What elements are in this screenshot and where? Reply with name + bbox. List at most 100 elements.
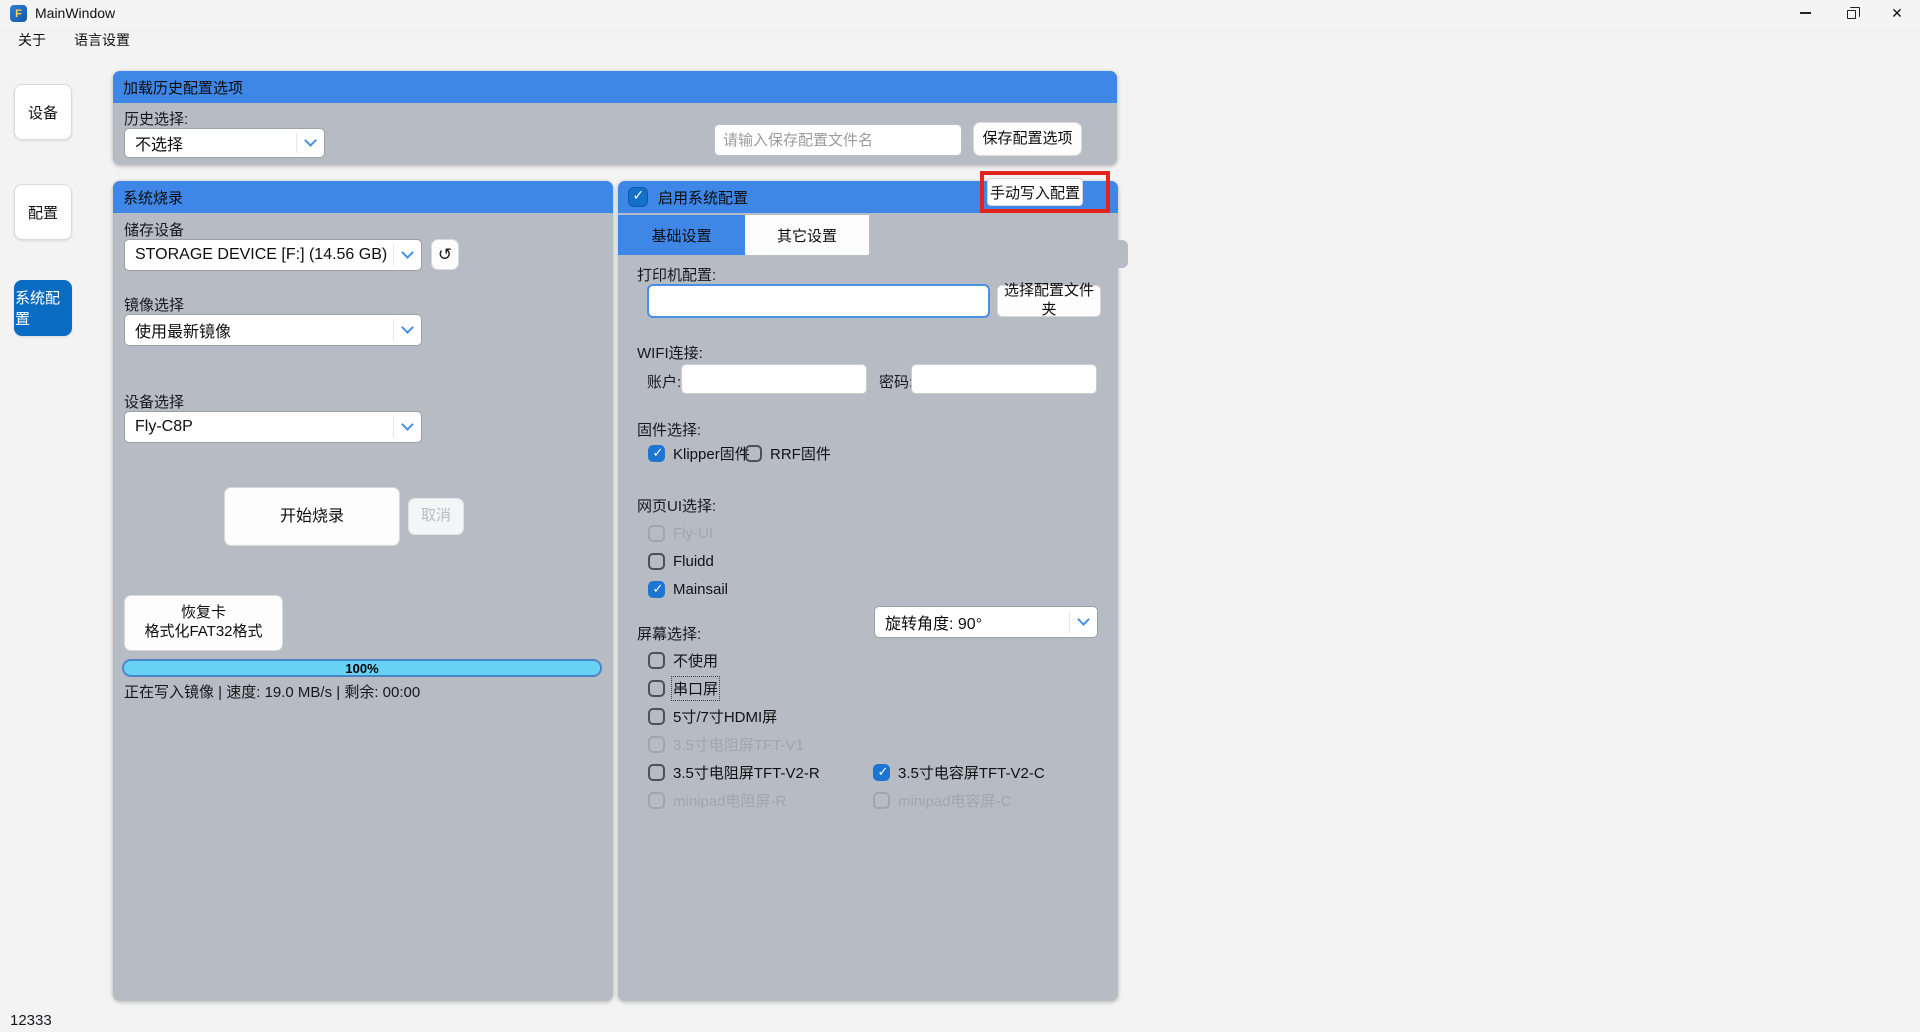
cancel-button[interactable]: 取消 — [408, 498, 464, 535]
burn-status-text: 正在写入镜像 | 速度: 19.0 MB/s | 剩余: 00:00 — [124, 681, 420, 702]
rotation-angle-value: 旋转角度: 90° — [885, 610, 982, 634]
close-icon: ✕ — [1891, 5, 1903, 22]
restore-icon — [1847, 10, 1856, 19]
screen-option-label: 3.5寸电容屏TFT-V2-C — [898, 762, 1045, 783]
wifi-password-input[interactable] — [911, 364, 1097, 394]
webui-option-fluidd[interactable]: Fluidd — [648, 551, 714, 571]
sidebar-item-system-config[interactable]: 系统配置 — [14, 280, 72, 336]
config-name-input[interactable] — [714, 124, 962, 156]
screen-option-label: 3.5寸电阻屏TFT-V1 — [673, 734, 804, 755]
window-controls: ✕ — [1782, 0, 1920, 26]
screen-option-tft-v2-r[interactable]: 3.5寸电阻屏TFT-V2-R — [648, 762, 820, 782]
printer-config-input[interactable] — [647, 284, 990, 318]
screen-option-serial[interactable]: 串口屏 — [648, 678, 718, 698]
menu-bar: 关于 语言设置 — [0, 26, 1920, 54]
restore-format-button[interactable]: 恢复卡 格式化FAT32格式 — [124, 595, 283, 651]
image-select-dropdown[interactable]: 使用最新镜像 — [124, 314, 422, 346]
device-select-dropdown[interactable]: Fly-C8P — [124, 411, 422, 443]
close-button[interactable]: ✕ — [1874, 0, 1920, 26]
enable-system-config-checkbox[interactable] — [628, 187, 648, 207]
checkbox-unchecked-icon — [873, 792, 890, 809]
system-config-panel: 启用系统配置 手动写入配置 基础设置 其它设置 打印机配置: 选择配置文件夹 W… — [618, 181, 1118, 1001]
screen-option-label: 3.5寸电阻屏TFT-V2-R — [673, 762, 820, 783]
rotation-angle-dropdown[interactable]: 旋转角度: 90° — [874, 606, 1098, 638]
wifi-connect-label: WIFI连接: — [637, 342, 703, 363]
storage-device-label: 储存设备 — [124, 219, 184, 240]
menu-about[interactable]: 关于 — [8, 26, 56, 54]
device-select-value: Fly-C8P — [135, 418, 193, 436]
history-config-panel-title: 加载历史配置选项 — [123, 77, 243, 98]
refresh-icon: ↺ — [438, 245, 452, 265]
firmware-select-label: 固件选择: — [637, 419, 701, 440]
dropdown-separator — [1069, 611, 1070, 633]
image-select-value: 使用最新镜像 — [135, 318, 231, 342]
burn-progress-bar: 100% — [122, 659, 602, 677]
device-select-label: 设备选择 — [124, 391, 184, 412]
system-burn-panel: 系统烧录 储存设备 STORAGE DEVICE [F:] (14.56 GB)… — [113, 181, 613, 1001]
sidebar-item-config[interactable]: 配置 — [14, 184, 72, 240]
system-burn-panel-title: 系统烧录 — [123, 187, 183, 208]
system-burn-panel-header: 系统烧录 — [113, 181, 613, 213]
image-select-label: 镜像选择 — [124, 294, 184, 315]
screen-option-label: 5寸/7寸HDMI屏 — [673, 706, 777, 727]
choose-config-folder-button[interactable]: 选择配置文件夹 — [997, 285, 1101, 317]
firmware-option-label: RRF固件 — [770, 443, 831, 464]
panel-edge-notch — [1117, 240, 1128, 268]
wifi-account-label: 账户: — [647, 371, 681, 392]
chevron-down-icon — [1077, 613, 1090, 626]
webui-option-label: Fly-UI — [673, 525, 713, 542]
screen-option-label: 串口屏 — [673, 678, 718, 699]
restore-button-line2: 格式化FAT32格式 — [144, 623, 262, 642]
chevron-down-icon — [401, 321, 414, 334]
sidebar-item-device[interactable]: 设备 — [14, 84, 72, 140]
screen-option-label: minipad电阻屏-R — [673, 790, 786, 811]
refresh-storage-button[interactable]: ↺ — [431, 239, 459, 270]
screen-option-minipad-c[interactable]: minipad电容屏-C — [873, 790, 1011, 810]
screen-option-tft-v1[interactable]: 3.5寸电阻屏TFT-V1 — [648, 734, 804, 754]
start-burn-button[interactable]: 开始烧录 — [224, 487, 400, 546]
checkbox-checked-icon — [648, 581, 665, 598]
history-select-value: 不选择 — [135, 131, 183, 155]
webui-option-label: Mainsail — [673, 581, 728, 598]
storage-device-dropdown[interactable]: STORAGE DEVICE [F:] (14.56 GB) — [124, 239, 422, 271]
history-config-panel: 加载历史配置选项 历史选择: 不选择 保存配置选项 — [113, 71, 1117, 165]
history-select-dropdown[interactable]: 不选择 — [124, 128, 325, 158]
tab-basic-settings[interactable]: 基础设置 — [618, 215, 745, 255]
webui-option-mainsail[interactable]: Mainsail — [648, 579, 728, 599]
manual-write-highlight-box: 手动写入配置 — [980, 171, 1110, 213]
menu-language-settings[interactable]: 语言设置 — [64, 26, 140, 54]
burn-progress-percent: 100% — [345, 661, 378, 676]
manual-write-config-button[interactable]: 手动写入配置 — [987, 178, 1083, 206]
enable-system-config-label: 启用系统配置 — [658, 187, 748, 208]
window-title: MainWindow — [35, 5, 115, 21]
screen-option-hdmi[interactable]: 5寸/7寸HDMI屏 — [648, 706, 777, 726]
checkbox-checked-icon — [873, 764, 890, 781]
checkbox-unchecked-icon — [648, 792, 665, 809]
checkbox-unchecked-icon — [648, 736, 665, 753]
dropdown-separator — [393, 416, 394, 438]
tab-other-settings[interactable]: 其它设置 — [745, 215, 869, 255]
checkbox-checked-icon — [648, 445, 665, 462]
screen-option-none[interactable]: 不使用 — [648, 650, 718, 670]
history-select-label: 历史选择: — [124, 108, 188, 129]
app-icon: F — [10, 5, 27, 22]
checkbox-unchecked-icon — [648, 764, 665, 781]
screen-option-minipad-r[interactable]: minipad电阻屏-R — [648, 790, 786, 810]
webui-option-fly-ui[interactable]: Fly-UI — [648, 523, 713, 543]
save-config-button[interactable]: 保存配置选项 — [973, 122, 1082, 156]
chevron-down-icon — [304, 134, 317, 147]
wifi-account-input[interactable] — [681, 364, 867, 394]
dropdown-separator — [393, 244, 394, 266]
chevron-down-icon — [401, 246, 414, 259]
minimize-icon — [1800, 12, 1811, 14]
screen-option-tft-v2-c[interactable]: 3.5寸电容屏TFT-V2-C — [873, 762, 1045, 782]
printer-config-label: 打印机配置: — [637, 264, 716, 285]
statusbar-text: 12333 — [10, 1012, 52, 1029]
firmware-option-klipper[interactable]: Klipper固件 — [648, 443, 750, 463]
firmware-option-rrf[interactable]: RRF固件 — [745, 443, 831, 463]
checkbox-unchecked-icon — [648, 553, 665, 570]
title-bar: F MainWindow ✕ — [0, 0, 1920, 26]
screen-option-label: minipad电容屏-C — [898, 790, 1011, 811]
minimize-button[interactable] — [1782, 0, 1828, 26]
restore-button[interactable] — [1828, 0, 1874, 26]
